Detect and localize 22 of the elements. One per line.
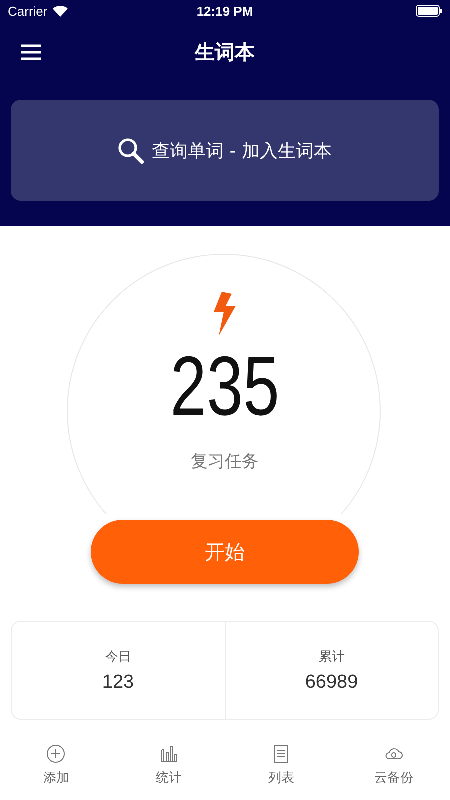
page-title: 生词本 <box>194 38 256 66</box>
review-label: 复习任务 <box>191 451 259 473</box>
stat-value: 123 <box>102 672 134 694</box>
search-button[interactable]: 查询单词 - 加入生词本 <box>11 100 439 201</box>
stat-label: 今日 <box>105 648 132 666</box>
wifi-icon <box>52 6 68 16</box>
tab-bar-item[interactable]: 云备份 <box>338 738 450 800</box>
tab-bar-item[interactable]: 列表 <box>225 738 338 800</box>
plus-circle-icon <box>46 744 66 764</box>
clock-time: 12:19 PM <box>196 4 254 18</box>
tab-bar-item[interactable]: 添加 <box>0 738 112 800</box>
search-icon <box>118 138 144 164</box>
stat-value: 66989 <box>305 672 358 694</box>
menu-icon[interactable] <box>20 44 42 60</box>
tab-bar-item[interactable]: 统计 <box>112 738 225 800</box>
battery-icon <box>416 5 442 17</box>
stat-label: 累计 <box>318 648 345 666</box>
carrier-label: Carrier <box>8 4 48 18</box>
review-count: 235 <box>170 344 280 428</box>
bar-chart-icon <box>158 744 179 764</box>
lightning-icon <box>212 292 238 336</box>
start-button[interactable]: 开始 <box>91 520 359 584</box>
